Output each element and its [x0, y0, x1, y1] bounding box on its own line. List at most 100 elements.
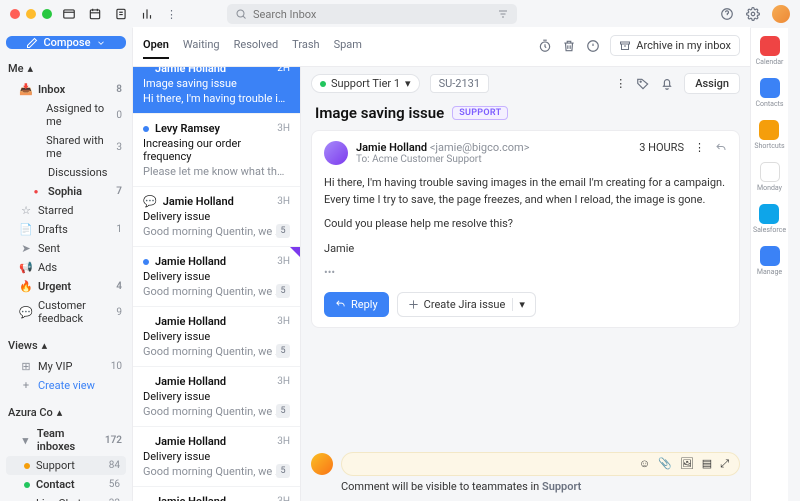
support-tag[interactable]: SUPPORT: [452, 106, 508, 120]
nav-drafts[interactable]: 📄Drafts1: [6, 220, 126, 239]
rail-app-salesforce[interactable]: Salesforce: [753, 204, 786, 234]
tab-waiting[interactable]: Waiting: [183, 38, 220, 59]
team-support[interactable]: Support84: [6, 456, 126, 475]
nav-inbox[interactable]: 📥Inbox8: [6, 80, 126, 99]
nav-assigned-to-me[interactable]: Assigned to me0: [6, 99, 126, 131]
thread-count-badge: 5: [276, 224, 290, 238]
app-rail: Calendar Contacts Shortcuts Monday Salesforc…: [750, 28, 788, 501]
chevron-down-icon[interactable]: ▾: [512, 298, 525, 311]
rail-app-monday[interactable]: Monday: [757, 162, 782, 192]
gif-icon[interactable]: ▤: [702, 457, 712, 471]
thread-column: Filter▾ ↑↓Newest▾ Jamie Holland2HImage s…: [132, 28, 300, 501]
thread-time: 3H: [277, 436, 290, 447]
tab-spam[interactable]: Spam: [334, 38, 362, 59]
team-count: 56: [109, 479, 120, 490]
more-icon[interactable]: ⋮: [694, 141, 705, 154]
profile-avatar[interactable]: [772, 5, 790, 23]
jira-label: Create Jira issue: [424, 298, 506, 311]
team-contact[interactable]: Contact56: [6, 475, 126, 494]
nav-customer-feedback[interactable]: 💬Customer feedback9: [6, 296, 126, 328]
recipient: To: Acme Customer Support: [356, 154, 529, 165]
filter-icon[interactable]: [497, 8, 509, 20]
spam-icon[interactable]: [586, 39, 600, 53]
thread-item[interactable]: Levy Ramsey3HIncreasing our order freque…: [133, 114, 300, 187]
thread-item[interactable]: Jamie Holland3HDelivery issueGood mornin…: [133, 247, 300, 307]
close-window[interactable]: [10, 9, 20, 19]
thread-time: 3H: [277, 196, 290, 207]
minimize-window[interactable]: [26, 9, 36, 19]
thread-item[interactable]: Jamie Holland3HDelivery issueGood mornin…: [133, 427, 300, 487]
thread-count-badge: 5: [276, 284, 290, 298]
nav-urgent[interactable]: 🔥Urgent4: [6, 277, 126, 296]
reply-icon[interactable]: [715, 142, 727, 154]
more-icon[interactable]: ⋮: [166, 8, 177, 21]
more-icon[interactable]: ⋮: [615, 77, 626, 90]
comment-field[interactable]: ☺ 📎 🖼 ▤ ⤢: [341, 452, 740, 476]
timer-icon[interactable]: [538, 39, 552, 53]
thread-from: Jamie Holland: [163, 195, 272, 208]
nav-shared-with-me[interactable]: Shared with me3: [6, 131, 126, 163]
sender-avatar[interactable]: [324, 141, 348, 165]
rail-app-manage[interactable]: Manage: [757, 246, 782, 276]
nav-count: 9: [116, 307, 122, 318]
bell-icon[interactable]: [660, 77, 674, 91]
section-views[interactable]: Views ▴: [6, 335, 126, 356]
view-create-view[interactable]: +Create view: [6, 376, 126, 395]
titlebar-left-icons: ⋮: [62, 7, 177, 21]
reply-button[interactable]: Reply: [324, 292, 389, 317]
rail-app-contacts[interactable]: Contacts: [755, 78, 783, 108]
conversation-title: Image saving issue SUPPORT: [301, 100, 750, 130]
global-search[interactable]: [227, 4, 517, 24]
team-inboxes-header[interactable]: ▾Team inboxes172: [6, 424, 126, 456]
image-icon[interactable]: 🖼: [680, 457, 694, 471]
trash-icon[interactable]: [562, 39, 576, 53]
app-icon: [759, 120, 779, 140]
assign-button[interactable]: Assign: [684, 73, 740, 94]
tab-trash[interactable]: Trash: [292, 38, 319, 59]
nav-starred[interactable]: ☆Starred: [6, 201, 126, 220]
compose-button[interactable]: Compose: [6, 36, 126, 49]
sidebar: Compose Me ▴ 📥Inbox8Assigned to me0Share…: [0, 28, 132, 501]
inbox-icon[interactable]: [62, 7, 76, 21]
analytics-icon[interactable]: [140, 7, 154, 21]
settings-icon[interactable]: [746, 7, 760, 21]
ticket-id[interactable]: SU-2131: [430, 74, 489, 93]
app-label: Shortcuts: [754, 142, 784, 150]
tab-resolved[interactable]: Resolved: [234, 38, 279, 59]
nav-sent[interactable]: ➤Sent: [6, 239, 126, 258]
team-live-chat[interactable]: Live Chat32: [6, 494, 126, 501]
section-me[interactable]: Me ▴: [6, 58, 126, 79]
tag-icon[interactable]: [636, 77, 650, 91]
nav-ads[interactable]: 📢Ads: [6, 258, 126, 277]
thread-preview: Hi there, I'm having trouble images...: [143, 92, 290, 105]
tier-pill[interactable]: Support Tier 1▾: [311, 74, 420, 93]
emoji-icon[interactable]: ☺: [639, 457, 650, 471]
pane-toolbar: Support Tier 1▾ SU-2131 ⋮ Assign: [301, 67, 750, 100]
tasks-icon[interactable]: [114, 7, 128, 21]
view-my-vip[interactable]: ⊞My VIP10: [6, 357, 126, 376]
tab-open[interactable]: Open: [143, 38, 169, 59]
view-count: 10: [111, 361, 122, 372]
app-label: Calendar: [756, 58, 784, 66]
rail-app-shortcuts[interactable]: Shortcuts: [754, 120, 784, 150]
section-azura[interactable]: Azura Co ▴: [6, 402, 126, 423]
maximize-window[interactable]: [42, 9, 52, 19]
thread-item[interactable]: 💬Jamie Holland3HDelivery issueGood morni…: [133, 187, 300, 247]
thread-item[interactable]: Jamie Holland3HDelivery issueGood mornin…: [133, 487, 300, 501]
file-icon: 📄: [20, 223, 32, 236]
app-label: Manage: [757, 268, 782, 276]
nav-sophia[interactable]: ●Sophia7: [6, 182, 126, 201]
calendar-icon[interactable]: [88, 7, 102, 21]
thread-list[interactable]: Jamie Holland2HImage saving issueHi ther…: [133, 54, 300, 501]
rail-app-calendar[interactable]: Calendar: [756, 36, 784, 66]
thread-item[interactable]: Jamie Holland3HDelivery issueGood mornin…: [133, 367, 300, 427]
nav-discussions[interactable]: Discussions: [6, 163, 126, 182]
help-icon[interactable]: [720, 7, 734, 21]
attach-icon[interactable]: 📎: [658, 457, 672, 471]
archive-button[interactable]: Archive in my inbox: [610, 35, 740, 56]
create-jira-button[interactable]: Create Jira issue ▾: [397, 292, 536, 317]
thread-item[interactable]: Jamie Holland3HDelivery issueGood mornin…: [133, 307, 300, 367]
expand-icon[interactable]: ⤢: [720, 457, 729, 471]
collapsed-quote[interactable]: •••: [324, 265, 727, 282]
search-input[interactable]: [253, 8, 491, 21]
